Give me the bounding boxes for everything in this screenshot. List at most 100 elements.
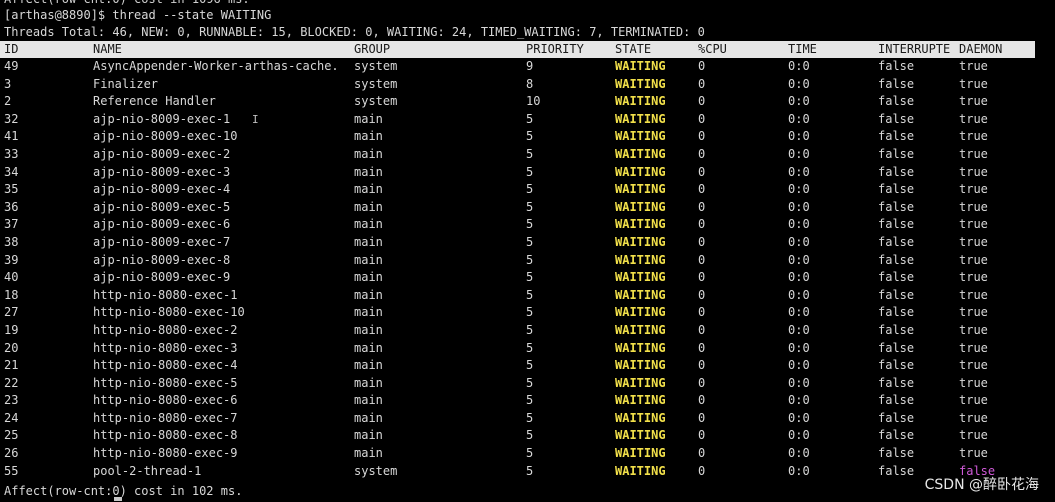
cell-group: main <box>354 252 383 267</box>
cell-name: http-nio-8080-exec-3 <box>93 340 238 355</box>
cell-time: 0:0 <box>788 164 810 179</box>
cell-cpu: 0 <box>698 340 706 355</box>
cell-interrupted: false <box>878 322 915 337</box>
cell-interrupted: false <box>878 146 915 161</box>
header-group: GROUP <box>354 42 391 56</box>
table-row: 41 ajp-nio-8009-exec-10 main 5 WAITING 0 0:0 fa… <box>0 128 1055 146</box>
cell-state: WAITING <box>615 94 666 109</box>
cell-state: WAITING <box>615 287 666 302</box>
cell-id: 21 <box>4 358 19 373</box>
cell-name: ajp-nio-8009-exec-4 <box>93 182 231 197</box>
cell-time: 0:0 <box>788 358 810 373</box>
cell-id: 27 <box>4 305 19 320</box>
cell-state: WAITING <box>615 393 666 408</box>
result-footer-line: Affect(row-cnt:0) cost in 102 ms. <box>4 484 243 498</box>
cell-daemon: true <box>959 446 988 461</box>
table-row: 34 ajp-nio-8009-exec-3 main 5 WAITING 0 0:0 fal… <box>0 164 1055 182</box>
cell-interrupted: false <box>878 217 915 232</box>
cell-daemon: true <box>959 111 988 126</box>
cell-daemon: true <box>959 358 988 373</box>
cell-daemon: true <box>959 164 988 179</box>
cell-time: 0:0 <box>788 76 810 91</box>
cell-name: ajp-nio-8009-exec-3 <box>93 164 231 179</box>
cell-interrupted: false <box>878 76 915 91</box>
cell-priority: 5 <box>526 182 534 197</box>
cell-time: 0:0 <box>788 393 810 408</box>
cell-state: WAITING <box>615 234 666 249</box>
table-row: 24 http-nio-8080-exec-7 main 5 WAITING 0 0:0 fa… <box>0 410 1055 428</box>
block-cursor-icon <box>114 497 122 501</box>
cell-daemon: true <box>959 287 988 302</box>
cell-daemon: true <box>959 199 988 214</box>
cell-priority: 5 <box>526 358 534 373</box>
cell-daemon: true <box>959 322 988 337</box>
cell-cpu: 0 <box>698 446 706 461</box>
cell-group: main <box>354 358 383 373</box>
cell-cpu: 0 <box>698 410 706 425</box>
cell-time: 0:0 <box>788 234 810 249</box>
cell-name: http-nio-8080-exec-8 <box>93 428 238 443</box>
cell-time: 0:0 <box>788 340 810 355</box>
cell-name: ajp-nio-8009-exec-7 <box>93 234 231 249</box>
cell-state: WAITING <box>615 76 666 91</box>
cell-priority: 5 <box>526 322 534 337</box>
cell-state: WAITING <box>615 410 666 425</box>
cell-cpu: 0 <box>698 428 706 443</box>
cell-priority: 5 <box>526 446 534 461</box>
cell-priority: 9 <box>526 59 534 73</box>
cell-interrupted: false <box>878 340 915 355</box>
cell-priority: 5 <box>526 305 534 320</box>
cell-time: 0:0 <box>788 199 810 214</box>
cell-cpu: 0 <box>698 164 706 179</box>
cell-priority: 8 <box>526 76 534 91</box>
cell-time: 0:0 <box>788 446 810 461</box>
table-row: 36 ajp-nio-8009-exec-5 main 5 WAITING 0 0:0 fal… <box>0 199 1055 217</box>
cell-group: main <box>354 217 383 232</box>
cell-group: main <box>354 428 383 443</box>
cell-group: main <box>354 164 383 179</box>
cell-time: 0:0 <box>788 146 810 161</box>
cell-time: 0:0 <box>788 428 810 443</box>
cell-daemon: true <box>959 375 988 390</box>
cell-daemon: true <box>959 252 988 267</box>
cell-name: Finalizer <box>93 76 159 91</box>
cell-state: WAITING <box>615 217 666 232</box>
cell-state: WAITING <box>615 340 666 355</box>
cell-priority: 5 <box>526 129 534 144</box>
cell-name: http-nio-8080-exec-5 <box>93 375 238 390</box>
cell-cpu: 0 <box>698 252 706 267</box>
cell-priority: 5 <box>526 340 534 355</box>
table-row: 38 ajp-nio-8009-exec-7 main 5 WAITING 0 0:0 fal… <box>0 234 1055 252</box>
cell-time: 0:0 <box>788 270 810 285</box>
cell-time: 0:0 <box>788 94 810 109</box>
cell-name: http-nio-8080-exec-1 <box>93 287 238 302</box>
cell-name: ajp-nio-8009-exec-6 <box>93 217 231 232</box>
thread-table-header: ID NAME GROUP PRIORITY STATE %CPU TIME I… <box>0 41 1035 58</box>
cell-priority: 5 <box>526 199 534 214</box>
cell-priority: 5 <box>526 164 534 179</box>
cell-daemon: true <box>959 234 988 249</box>
cell-daemon: true <box>959 182 988 197</box>
cell-interrupted: false <box>878 446 915 461</box>
cell-name: http-nio-8080-exec-6 <box>93 393 238 408</box>
cell-cpu: 0 <box>698 217 706 232</box>
cell-daemon: true <box>959 76 988 91</box>
cell-group: main <box>354 393 383 408</box>
cell-state: WAITING <box>615 199 666 214</box>
cell-interrupted: false <box>878 305 915 320</box>
cell-priority: 5 <box>526 252 534 267</box>
cell-daemon: true <box>959 393 988 408</box>
cell-name: http-nio-8080-exec-7 <box>93 410 238 425</box>
table-row: 49 AsyncAppender-Worker-arthas-cache. syst… <box>0 58 1055 76</box>
cell-id: 40 <box>4 270 19 285</box>
cell-time: 0:0 <box>788 182 810 197</box>
table-row: 19 http-nio-8080-exec-2 main 5 WAITING 0 0:0 fa… <box>0 322 1055 340</box>
cell-name: AsyncAppender-Worker-arthas-cache. <box>93 59 339 73</box>
cell-name: http-nio-8080-exec-4 <box>93 358 238 373</box>
cell-id: 18 <box>4 287 19 302</box>
cell-time: 0:0 <box>788 111 810 126</box>
cell-group: system <box>354 59 398 73</box>
cell-cpu: 0 <box>698 182 706 197</box>
table-row: 39 ajp-nio-8009-exec-8 main 5 WAITING 0 0:0 fal… <box>0 252 1055 270</box>
header-state: STATE <box>615 42 652 56</box>
